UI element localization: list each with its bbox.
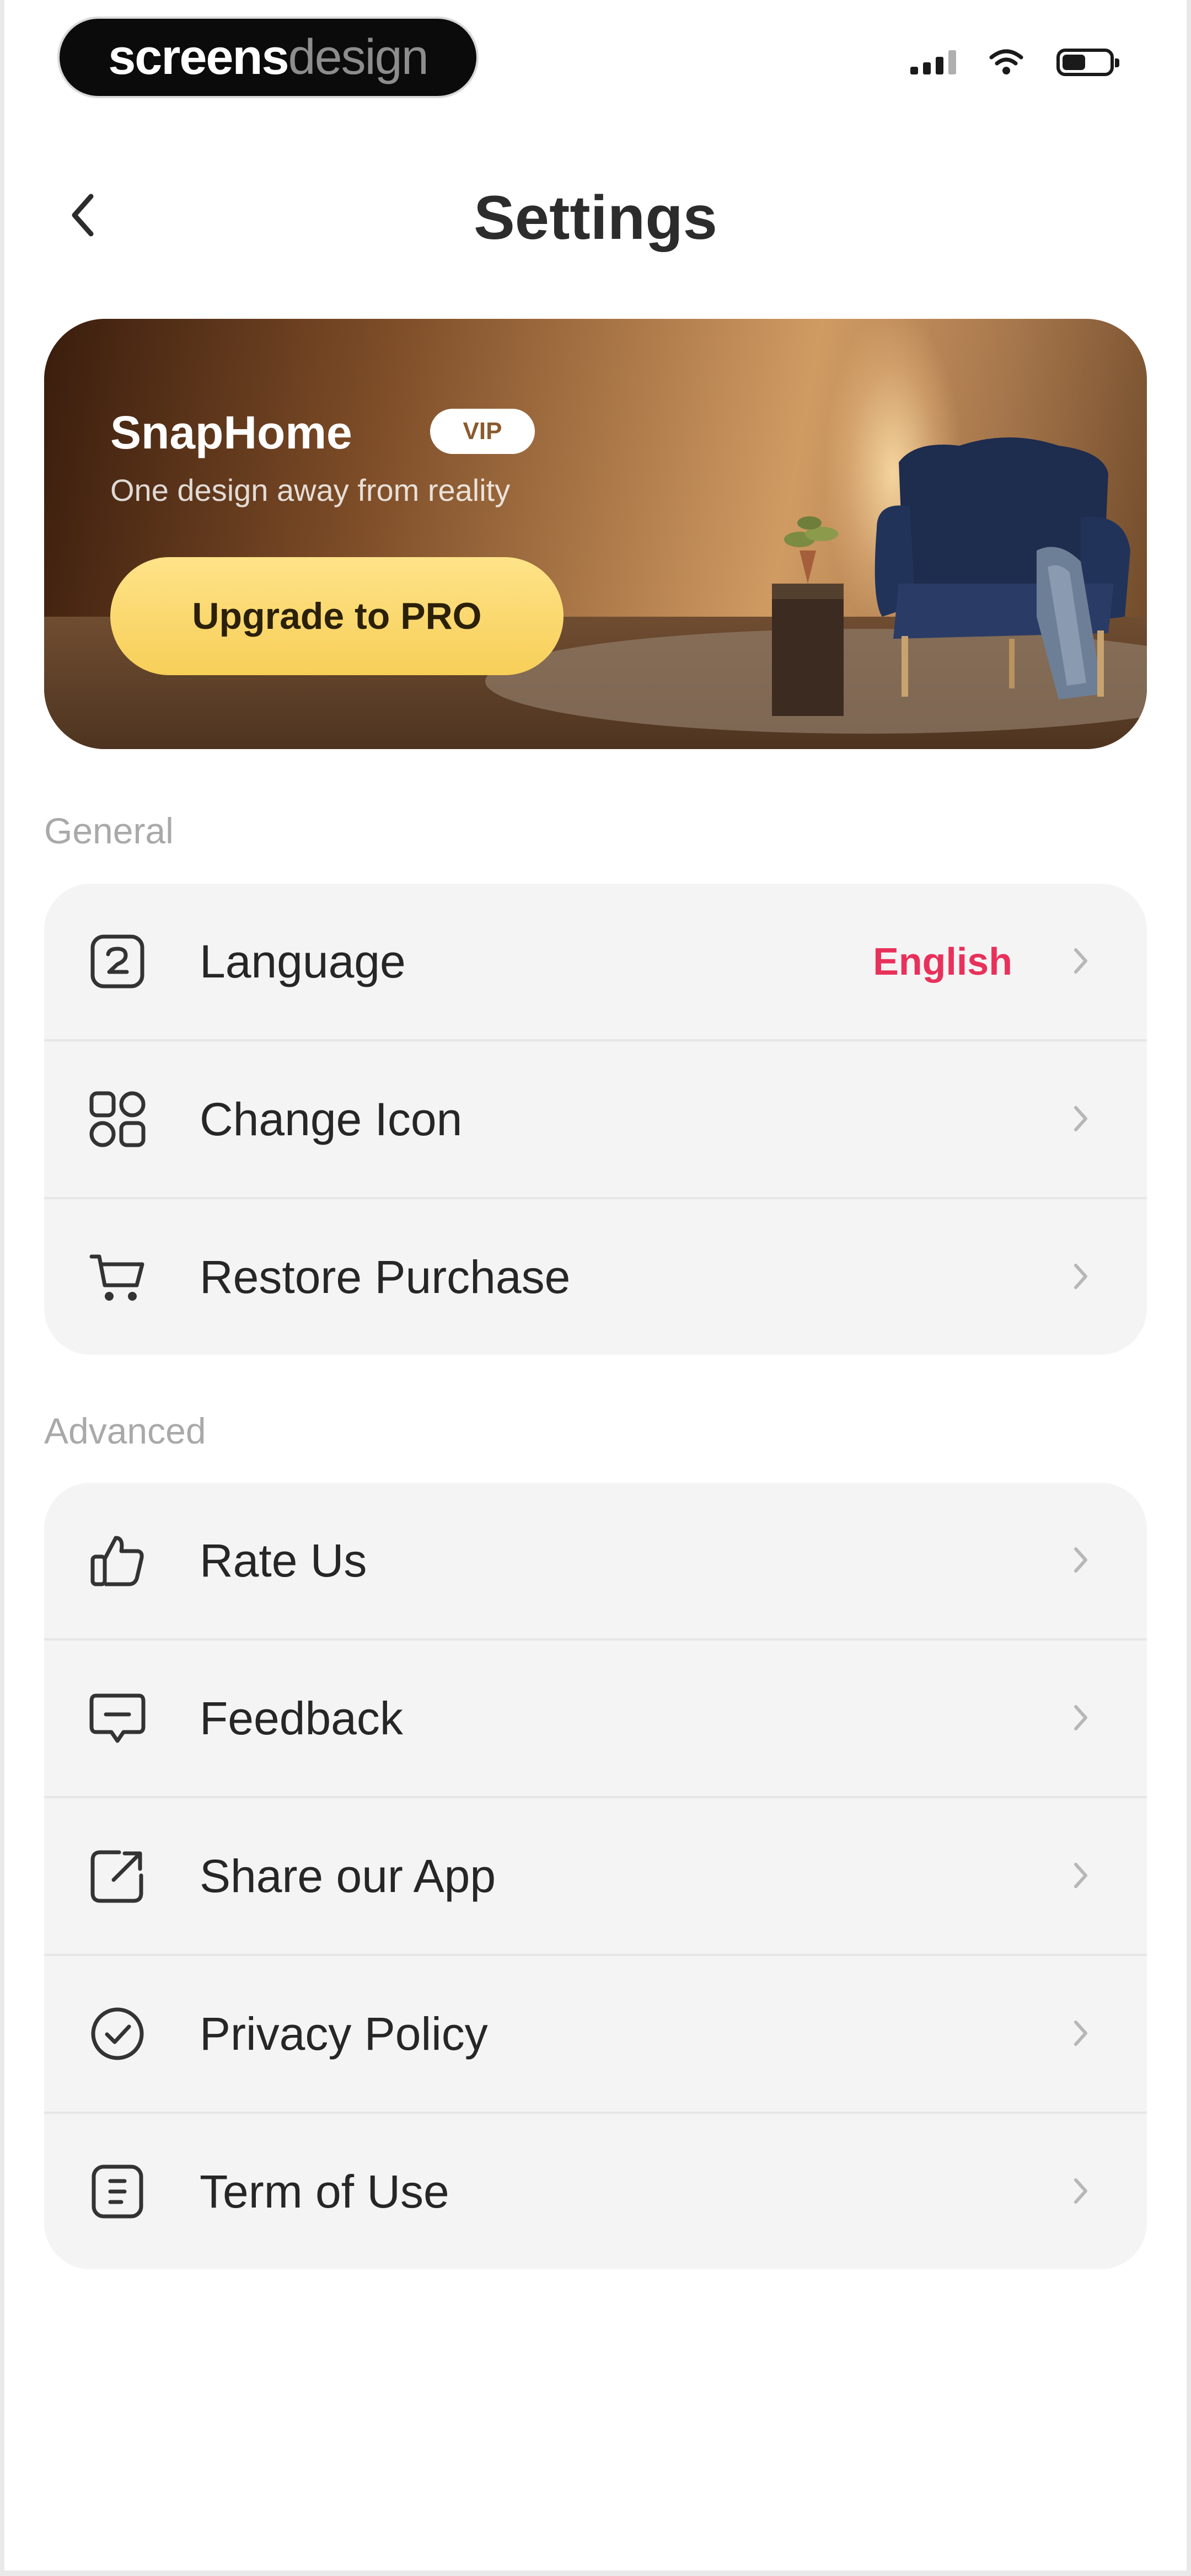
- shield-check-icon: [88, 2005, 147, 2063]
- settings-row-label: Share our App: [200, 1850, 496, 1902]
- page-title: Settings: [474, 183, 717, 252]
- wifi-icon: [989, 49, 1023, 76]
- pro-upgrade-banner[interactable]: SnapHome VIP One design away from realit…: [44, 319, 1147, 749]
- thumbs-up-icon: [88, 1531, 147, 1590]
- upgrade-to-pro-button[interactable]: Upgrade to PRO: [110, 557, 564, 675]
- document-icon: [88, 2162, 147, 2221]
- screensdesign-watermark: screens design: [60, 19, 476, 96]
- settings-row-privacy-policy[interactable]: Privacy Policy: [44, 1954, 1147, 2112]
- settings-row-label: Term of Use: [200, 2165, 449, 2217]
- chat-icon: [88, 1689, 147, 1747]
- armchair-illustration: [772, 437, 1130, 716]
- chevron-right-icon: [1064, 1701, 1097, 1734]
- settings-row-label: Change Icon: [200, 1093, 463, 1145]
- watermark-text-light: design: [288, 29, 429, 85]
- settings-row-label: Rate Us: [200, 1534, 367, 1586]
- banner-app-name: SnapHome: [110, 407, 352, 458]
- settings-row-feedback[interactable]: Feedback: [44, 1638, 1147, 1796]
- chevron-right-icon: [1064, 2174, 1097, 2208]
- general-settings-card: Language English Change Icon Restore Pur…: [44, 884, 1147, 1355]
- signal-icon: [910, 50, 956, 74]
- cart-icon: [88, 1248, 147, 1306]
- settings-row-share-app[interactable]: Share our App: [44, 1796, 1147, 1954]
- section-label-general: General: [44, 810, 174, 851]
- language-value: English: [873, 940, 1012, 983]
- settings-row-label: Language: [200, 935, 406, 987]
- chevron-right-icon: [1064, 944, 1097, 977]
- settings-row-label: Privacy Policy: [200, 2007, 488, 2060]
- watermark-text-bold: screens: [108, 29, 289, 85]
- nav-header: Settings: [0, 165, 1191, 265]
- vip-badge: VIP: [430, 409, 535, 454]
- status-icons: [910, 49, 1119, 76]
- grid-icon: [88, 1090, 147, 1148]
- settings-row-restore-purchase[interactable]: Restore Purchase: [44, 1197, 1147, 1355]
- advanced-settings-card: Rate Us Feedback Share our App Privacy P…: [44, 1483, 1147, 2269]
- vip-badge-label: VIP: [463, 418, 502, 445]
- chevron-right-icon: [1064, 1859, 1097, 1892]
- language-icon: [88, 932, 147, 991]
- settings-row-terms-of-use[interactable]: Term of Use: [44, 2112, 1147, 2269]
- chevron-right-icon: [1064, 1543, 1097, 1576]
- chevron-right-icon: [1064, 1102, 1097, 1135]
- settings-row-label: Restore Purchase: [200, 1250, 571, 1303]
- settings-row-change-icon[interactable]: Change Icon: [44, 1039, 1147, 1197]
- battery-icon: [1056, 49, 1119, 76]
- settings-row-language[interactable]: Language English: [44, 884, 1147, 1039]
- settings-row-rate-us[interactable]: Rate Us: [44, 1483, 1147, 1638]
- settings-row-label: Feedback: [200, 1692, 403, 1744]
- section-label-advanced: Advanced: [44, 1410, 206, 1451]
- chevron-right-icon: [1064, 2017, 1097, 2050]
- share-icon: [88, 1847, 147, 1905]
- chevron-right-icon: [1064, 1260, 1097, 1293]
- banner-tagline: One design away from reality: [110, 473, 511, 507]
